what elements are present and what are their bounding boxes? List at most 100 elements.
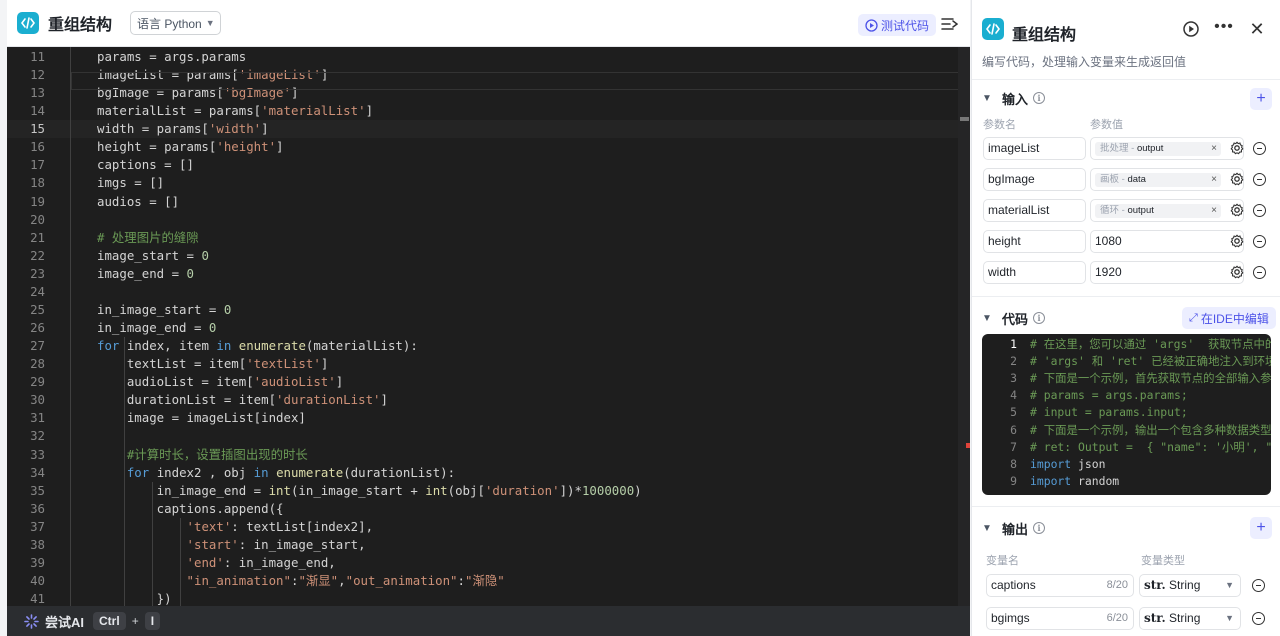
code-line[interactable]: 16 height = params['height'] xyxy=(7,138,970,156)
output-name-input[interactable]: captions 8/20 xyxy=(986,574,1134,597)
param-name-text: bgImage xyxy=(988,172,1035,187)
code-section-header[interactable]: ▼ 代码 i xyxy=(982,308,1046,328)
output-section-title: 输出 xyxy=(1002,521,1029,537)
code-line[interactable]: 20 xyxy=(7,211,970,229)
edit-in-ide-button[interactable]: ⤢ 在IDE中编辑 xyxy=(1182,307,1276,329)
editor-scrollbar-thumb[interactable] xyxy=(960,117,969,121)
code-line[interactable]: 19 audios = [] xyxy=(7,193,970,211)
code-line[interactable]: 13 bgImage = params['bgImage'] xyxy=(7,84,970,102)
code-area[interactable]: 11 params = args.params 12 imageList = para… xyxy=(7,47,970,606)
gear-icon[interactable] xyxy=(1230,172,1244,186)
gear-icon[interactable] xyxy=(1230,234,1244,248)
output-type-select[interactable]: str. String ▼ xyxy=(1139,607,1241,630)
gear-icon[interactable] xyxy=(1230,203,1244,217)
code-text: for index, item in enumerate(materialLis… xyxy=(97,338,418,354)
gear-icon[interactable] xyxy=(1230,141,1244,155)
ai-assist-bar[interactable]: 尝试AI Ctrl + I xyxy=(7,606,970,636)
param-value-input[interactable]: 1920 xyxy=(1090,261,1244,285)
shortcut-plus: + xyxy=(131,614,139,628)
code-line[interactable]: 27 for index, item in enumerate(materialL… xyxy=(7,337,970,355)
param-name-input[interactable]: bgImage xyxy=(983,168,1086,192)
chevron-down-icon: ▼ xyxy=(1225,613,1234,623)
variable-reference-tag[interactable]: 循环 - output × xyxy=(1095,204,1221,219)
code-line[interactable]: 17 captions = [] xyxy=(7,156,970,174)
remove-output-icon[interactable] xyxy=(1252,612,1265,625)
add-input-button[interactable]: + xyxy=(1250,88,1272,110)
clear-reference-icon[interactable]: × xyxy=(1211,204,1217,218)
code-line[interactable]: 12 imageList = params['imageList'] xyxy=(7,66,970,84)
param-name-input[interactable]: imageList xyxy=(983,137,1086,160)
param-value-input[interactable]: 1080 xyxy=(1090,230,1244,254)
panel-title: 重组结构 xyxy=(1012,27,1077,44)
param-name-input[interactable]: height xyxy=(983,230,1086,254)
editor-error-marker xyxy=(966,443,970,448)
code-text: import random xyxy=(1030,473,1120,488)
code-text: imageList = params['imageList'] xyxy=(97,67,329,83)
info-icon[interactable]: i xyxy=(1033,522,1046,534)
add-output-button[interactable]: + xyxy=(1250,517,1272,539)
param-value-column-header: 参数值 xyxy=(1090,119,1123,131)
remove-param-icon[interactable] xyxy=(1253,235,1266,249)
code-line[interactable]: 11 params = args.params xyxy=(7,48,970,66)
param-value-input[interactable]: 批处理 - output × xyxy=(1090,137,1244,160)
code-preview[interactable]: 1 # 在这里，您可以通过 'args' 获取节点中的输入变量，并通过 'ret'… xyxy=(982,334,1271,495)
collapse-panel-button[interactable] xyxy=(939,14,959,34)
code-line[interactable]: 25 in_image_start = 0 xyxy=(7,301,970,319)
code-line[interactable]: 31 image = imageList[index] xyxy=(7,409,970,427)
run-node-button[interactable] xyxy=(1182,20,1200,38)
clear-reference-icon[interactable]: × xyxy=(1211,142,1217,156)
editor-scrollbar[interactable] xyxy=(958,47,970,606)
more-options-button[interactable]: ••• xyxy=(1212,19,1236,38)
remove-param-icon[interactable] xyxy=(1253,204,1266,218)
code-line[interactable]: 15 width = params['width'] xyxy=(7,120,970,139)
code-preview-line: 3 # 下面是一个示例，首先获取节点的全部输入参数params xyxy=(982,370,1271,387)
remove-param-icon[interactable] xyxy=(1253,142,1266,155)
expand-icon: ⤢ xyxy=(1189,311,1198,324)
line-number: 22 xyxy=(30,247,45,263)
type-prefix: str. xyxy=(1144,578,1166,592)
code-line[interactable]: 29 audioList = item['audioList'] xyxy=(7,373,970,391)
code-line[interactable]: 34 for index2 , obj in enumerate(duratio… xyxy=(7,464,970,482)
param-name-input[interactable]: width xyxy=(983,261,1086,285)
language-select[interactable]: 语言 Python ▼ xyxy=(130,11,221,35)
output-name-input[interactable]: bgimgs 6/20 xyxy=(986,607,1134,630)
info-icon[interactable]: i xyxy=(1033,92,1046,104)
param-name-input[interactable]: materialList xyxy=(983,199,1086,223)
code-line[interactable]: 14 materialList = params['materialList'] xyxy=(7,102,970,120)
clear-reference-icon[interactable]: × xyxy=(1211,173,1217,187)
param-value-input[interactable]: 画板 - data × xyxy=(1090,168,1244,192)
code-line[interactable]: 24 xyxy=(7,283,970,301)
code-text: audioList = item['audioList'] xyxy=(97,374,344,390)
code-line[interactable]: 22 image_start = 0 xyxy=(7,247,970,265)
code-line[interactable]: 18 imgs = [] xyxy=(7,174,970,192)
code-line[interactable]: 23 image_end = 0 xyxy=(7,265,970,283)
gear-icon[interactable] xyxy=(1230,265,1244,279)
line-number: 3 xyxy=(1010,371,1017,386)
output-type-select[interactable]: str. String ▼ xyxy=(1139,574,1241,597)
remove-param-icon[interactable] xyxy=(1253,266,1266,280)
code-line[interactable]: 21 # 处理图片的缝隙 xyxy=(7,229,970,247)
variable-reference-tag[interactable]: 画板 - data × xyxy=(1095,173,1221,188)
code-text: 'end': in_image_end, xyxy=(186,554,336,570)
ref-field: output xyxy=(1127,205,1154,217)
code-line[interactable]: 30 durationList = item['durationList'] xyxy=(7,391,970,409)
input-section-header[interactable]: ▼ 输入 i xyxy=(982,88,1046,108)
test-code-button[interactable]: 测试代码 xyxy=(858,14,937,36)
close-panel-button[interactable]: ✕ xyxy=(1248,20,1266,38)
code-line[interactable]: 26 in_image_end = 0 xyxy=(7,319,970,337)
remove-output-icon[interactable] xyxy=(1252,579,1265,592)
code-text: "in_animation":"渐显","out_animation":"渐隐" xyxy=(186,573,505,589)
variable-reference-tag[interactable]: 批处理 - output × xyxy=(1095,142,1221,156)
param-value-input[interactable]: 循环 - output × xyxy=(1090,199,1244,223)
remove-param-icon[interactable] xyxy=(1253,173,1266,187)
output-section-header[interactable]: ▼ 输出 i xyxy=(982,518,1046,538)
ai-assist-label: 尝试AI xyxy=(45,614,85,630)
code-text: imgs = [] xyxy=(97,175,165,191)
code-line[interactable]: 32 xyxy=(7,427,970,445)
info-icon[interactable]: i xyxy=(1033,312,1046,324)
code-line[interactable]: 28 textList = item['textList'] xyxy=(7,355,970,373)
code-line[interactable]: 33 #计算时长，设置插图出现的时长 xyxy=(7,446,970,464)
node-config-panel: 重组结构 ••• ✕ 编写代码，处理输入变量来生成返回值 ▼ 输入 i + 参数… xyxy=(971,0,1280,636)
line-number: 1 xyxy=(1010,337,1017,351)
code-text: # 下面是一个示例，输出一个包含多种数据类型的 'ret' 对象 xyxy=(1030,422,1271,437)
